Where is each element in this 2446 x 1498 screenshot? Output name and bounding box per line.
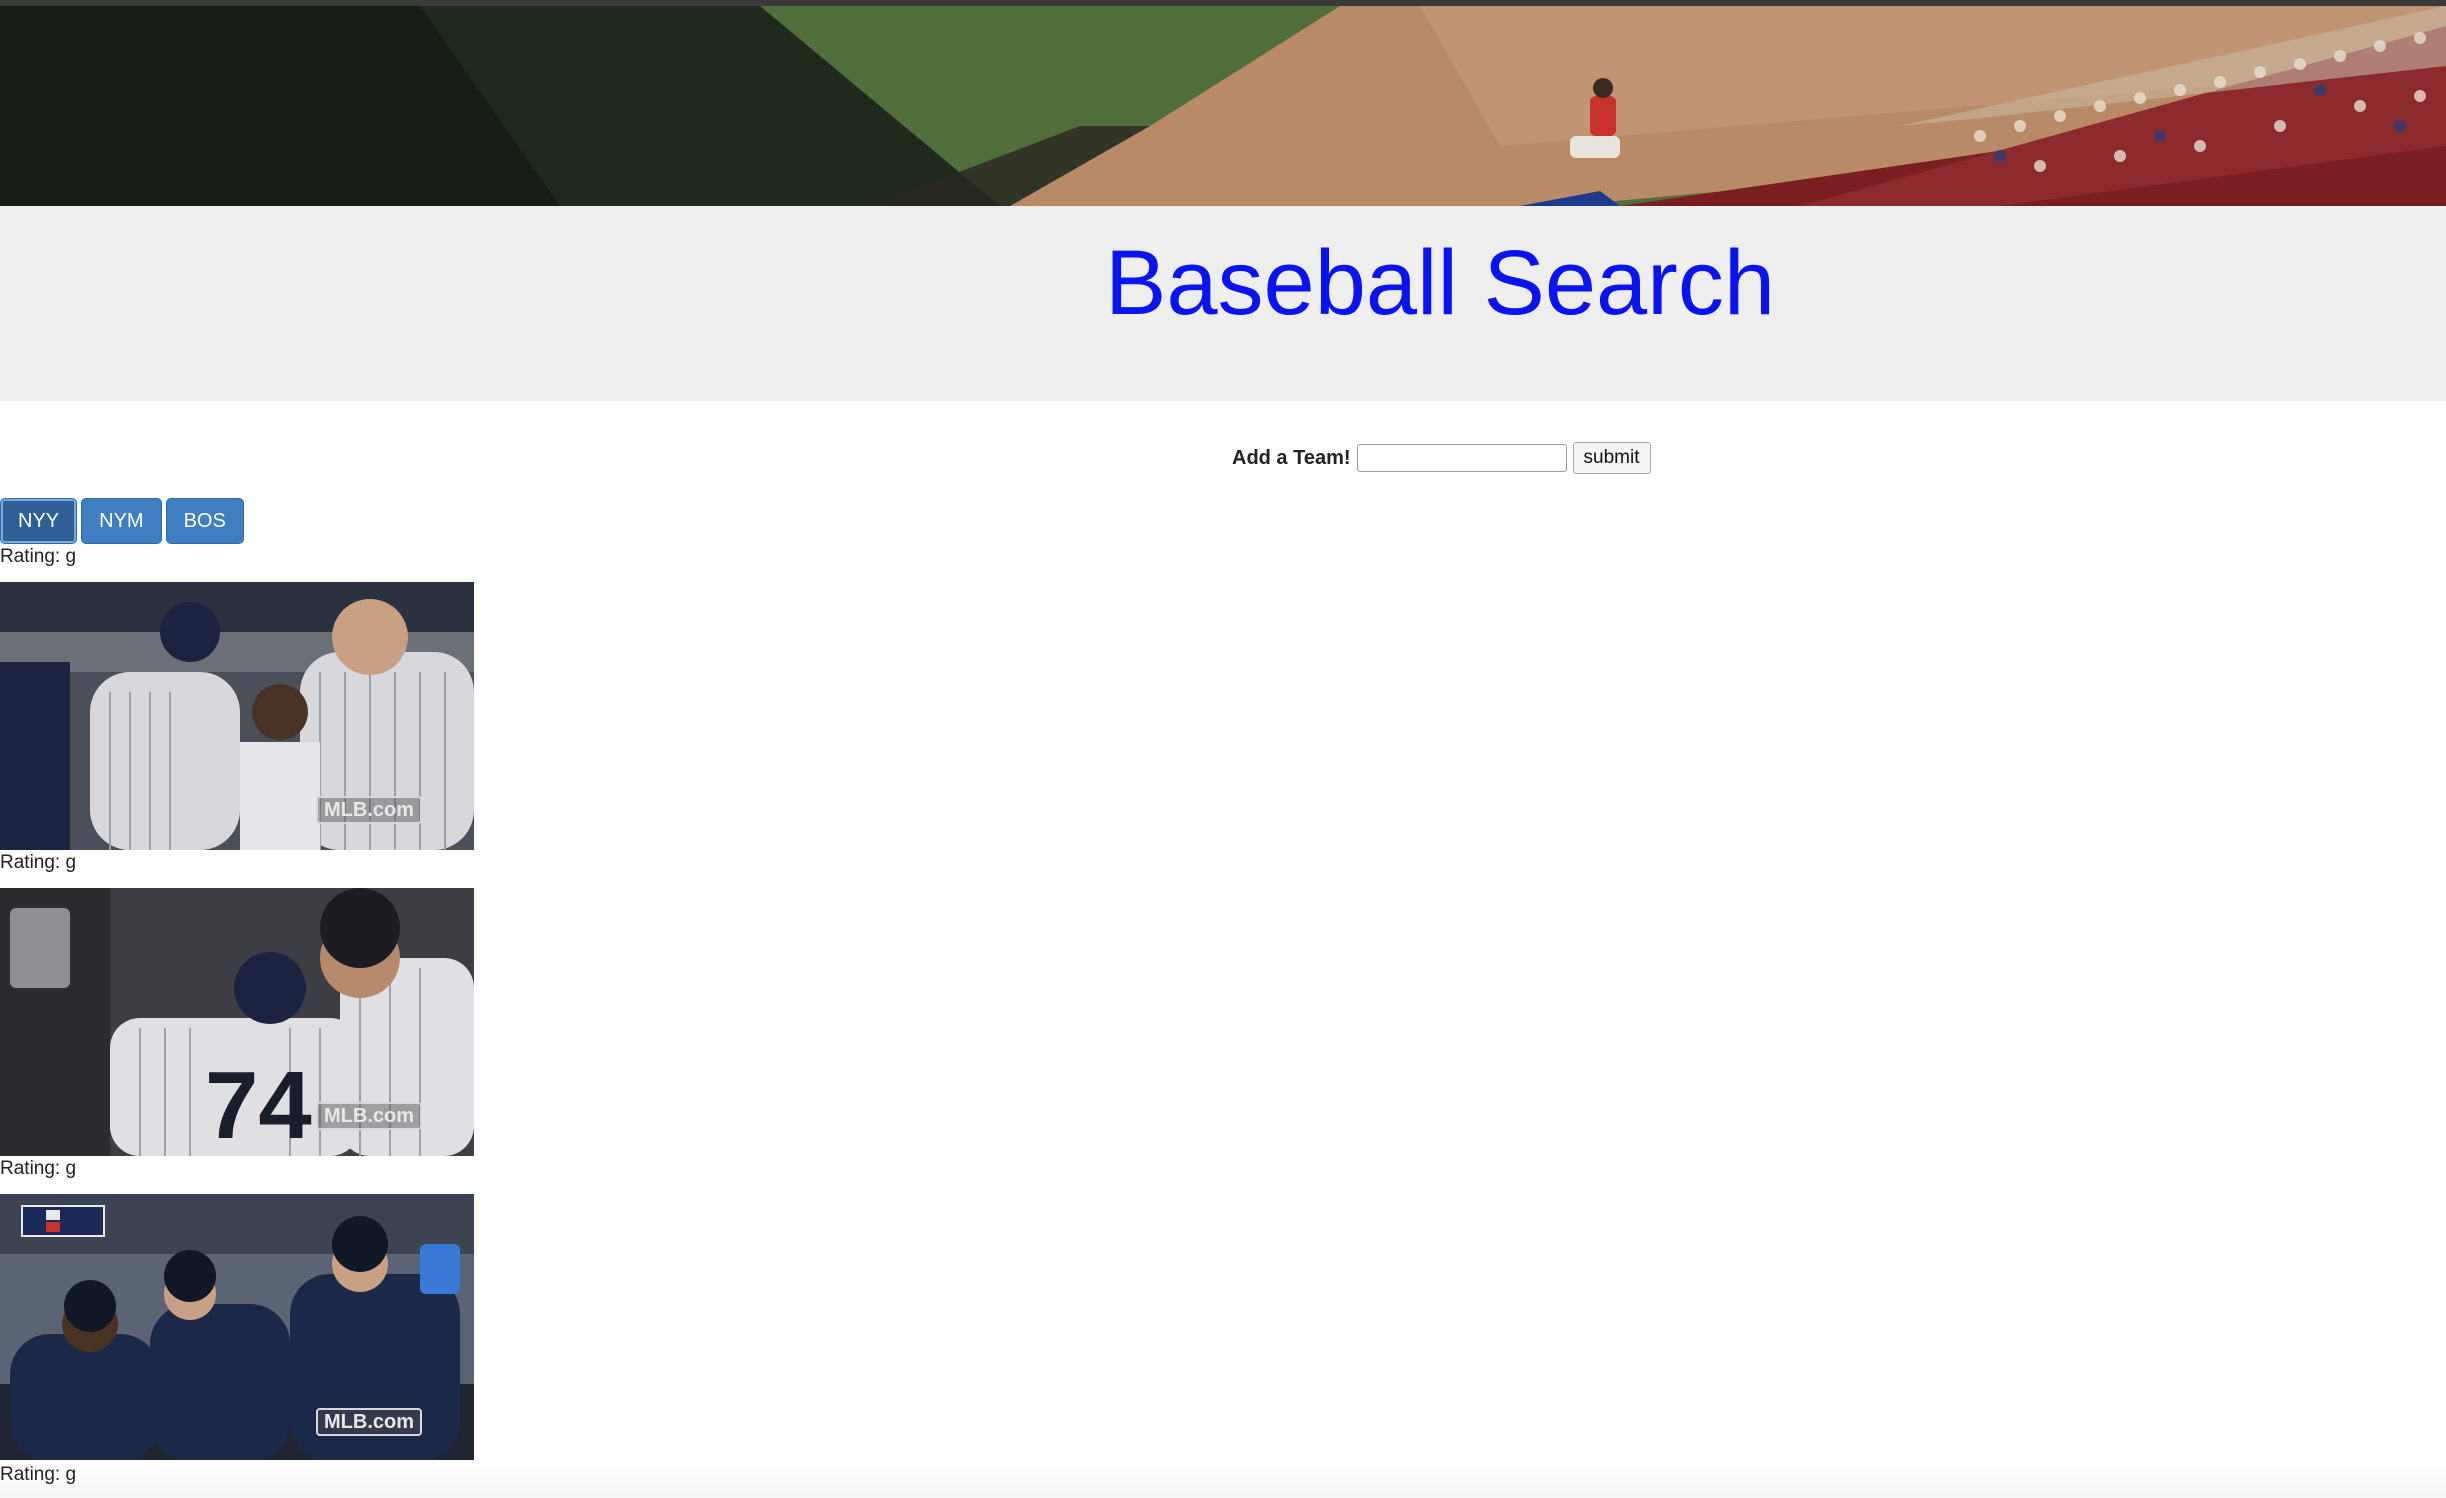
team-input[interactable] xyxy=(1356,444,1567,472)
bottom-area xyxy=(0,1460,2446,1498)
gif-result-image[interactable]: 74 MLB.com xyxy=(0,888,474,1156)
gif-result-image[interactable]: MLB.com xyxy=(0,1194,474,1462)
rating-label: Rating: g xyxy=(0,1158,77,1179)
svg-text:74: 74 xyxy=(205,1052,312,1156)
hero-banner-image xyxy=(0,6,2446,206)
mlb-watermark: MLB.com xyxy=(316,1102,422,1130)
gif-result-image[interactable]: MLB.com xyxy=(0,582,474,850)
rating-label: Rating: g xyxy=(0,852,77,873)
add-team-label: Add a Team! xyxy=(1232,446,1351,469)
team-button-nym[interactable]: NYM xyxy=(81,498,162,544)
page-title: Baseball Search xyxy=(1105,232,1775,334)
team-button-bos[interactable]: BOS xyxy=(165,498,244,544)
mlb-watermark: MLB.com xyxy=(316,1408,422,1436)
submit-button[interactable]: submit xyxy=(1572,442,1651,474)
rating-label: Rating: g xyxy=(0,546,77,567)
add-team-form: Add a Team! submit xyxy=(1232,442,1651,474)
mlb-watermark: MLB.com xyxy=(316,796,422,824)
rating-label: Rating: g xyxy=(0,1464,77,1485)
team-button-group: NYY NYM BOS xyxy=(0,498,244,544)
team-button-nyy[interactable]: NYY xyxy=(0,498,78,544)
